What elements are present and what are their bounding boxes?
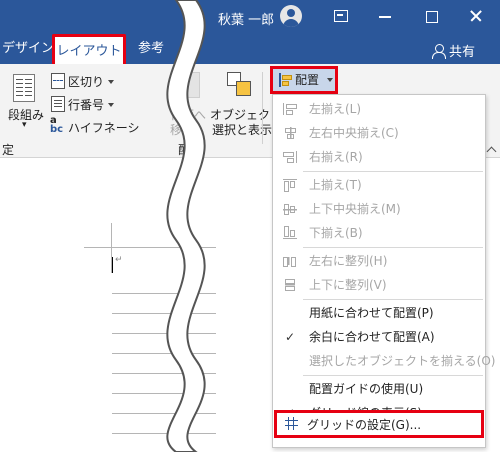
ribbon-separator xyxy=(262,72,263,144)
breaks-button[interactable]: 区切り xyxy=(68,73,115,90)
arrange-group-label: 配置 xyxy=(178,143,203,157)
share-label: 共有 xyxy=(449,45,476,60)
menu-item-align-left: 左揃え(L) xyxy=(273,97,485,121)
align-button[interactable]: 配置 xyxy=(270,66,338,94)
align-button-label: 配置 xyxy=(295,73,320,87)
minimize-icon[interactable] xyxy=(375,6,395,26)
title-bar: 秋葉 一郎 xyxy=(0,0,500,34)
menu-item-align-right: 右揃え(R) xyxy=(273,145,485,169)
tab-layout[interactable]: レイアウト xyxy=(52,34,126,68)
menu-separator xyxy=(303,375,483,376)
tab-references[interactable]: 参考 xyxy=(138,34,164,64)
close-icon[interactable] xyxy=(466,6,486,26)
hyphenation-button[interactable]: ハイフネーシ xyxy=(68,119,140,136)
align-left-icon xyxy=(283,103,297,115)
menu-item-align-selected-objects: 選択したオブジェクトを揃える(O) xyxy=(309,354,496,368)
send-backward-label-2: 移動 xyxy=(170,123,195,137)
hyphenation-icon[interactable]: a bc xyxy=(50,116,63,135)
align-right-icon xyxy=(283,151,297,163)
selection-pane-icon[interactable] xyxy=(227,72,251,98)
tab-design[interactable]: デザイン xyxy=(2,34,54,64)
collapse-ribbon-icon[interactable] xyxy=(486,146,498,154)
menu-item-align-center: 左右中央揃え(C) xyxy=(273,121,485,145)
send-backward-icon xyxy=(176,72,200,98)
align-center-icon xyxy=(283,127,297,139)
menu-separator xyxy=(303,299,483,300)
distribute-horizontal-icon xyxy=(283,255,297,267)
checkmark-icon: ✓ xyxy=(285,330,296,344)
columns-icon[interactable] xyxy=(13,74,35,102)
menu-item-align-to-page[interactable]: 用紙に合わせて配置(P) xyxy=(273,301,485,325)
columns-caret-icon[interactable]: ▾ xyxy=(22,120,27,130)
margin-guide-horizontal xyxy=(84,247,216,248)
grid-icon xyxy=(285,417,298,430)
menu-item-grid-settings[interactable]: グリッドの設定(G)... xyxy=(274,410,484,438)
text-cursor xyxy=(112,257,113,273)
menu-separator xyxy=(303,171,483,172)
distribute-vertical-icon xyxy=(283,279,297,291)
maximize-icon[interactable] xyxy=(421,6,441,26)
gridlines xyxy=(112,293,216,452)
paragraph-mark: ↵ xyxy=(115,255,123,265)
ribbon-tabs: デザイン レイアウト 参考 共有 xyxy=(0,34,500,68)
align-middle-icon xyxy=(283,203,297,215)
align-bottom-icon xyxy=(283,226,297,239)
selection-pane-label-2[interactable]: 選択と表示 xyxy=(212,121,272,138)
menu-item-distribute-horizontal: 左右に整列(H) xyxy=(273,249,485,273)
person-icon xyxy=(432,44,446,59)
align-top-icon xyxy=(283,179,297,192)
avatar[interactable] xyxy=(280,5,302,27)
chevron-down-icon xyxy=(327,78,333,82)
menu-item-distribute-vertical: 上下に整列(V) xyxy=(273,273,485,297)
share-button[interactable]: 共有 xyxy=(432,41,475,60)
menu-item-align-middle: 上下中央揃え(M) xyxy=(273,197,485,221)
menu-item-align-bottom: 下揃え(B) xyxy=(273,221,485,245)
ribbon-display-options-icon[interactable] xyxy=(330,6,350,26)
line-numbers-button[interactable]: 行番号 xyxy=(68,96,115,113)
menu-item-use-alignment-guides[interactable]: 配置ガイドの使用(U) xyxy=(273,377,485,401)
menu-item-align-top: 上揃え(T) xyxy=(273,173,485,197)
line-numbers-icon[interactable] xyxy=(51,96,65,112)
user-name[interactable]: 秋葉 一郎 xyxy=(218,9,274,28)
breaks-icon[interactable] xyxy=(51,73,65,89)
align-dropdown-menu: 左揃え(L) 左右中央揃え(C) 右揃え(R) 上揃え(T) 上下中央揃え(M)… xyxy=(272,94,496,448)
menu-separator xyxy=(303,247,483,248)
menu-item-align-to-margin[interactable]: ✓ 余白に合わせて配置(A) xyxy=(273,325,485,349)
page-setup-group-label: 定 xyxy=(2,143,15,157)
align-icon xyxy=(279,73,292,87)
